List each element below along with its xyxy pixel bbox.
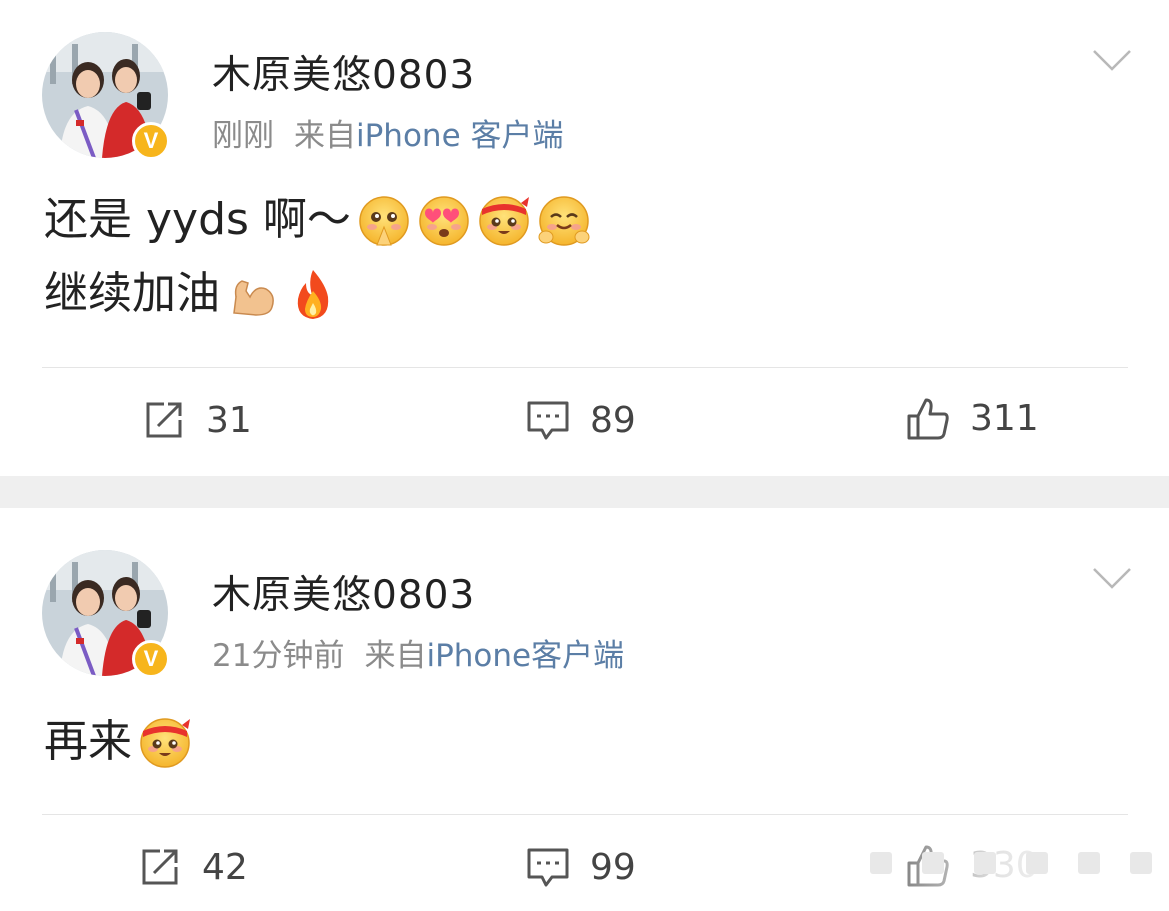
post-separator: [0, 476, 1169, 508]
username[interactable]: 木原美悠0803: [212, 44, 475, 100]
comment-count: 99: [590, 846, 636, 888]
verified-badge-icon: V: [132, 640, 170, 678]
weibo-post-card: V 木原美悠0803 刚刚 来自iPhone 客户端 还是 yyds 啊～ 继续…: [0, 0, 1169, 476]
source-prefix: 来自: [294, 118, 356, 154]
headband-fighting-emoji: [138, 715, 190, 769]
avatar[interactable]: V: [42, 550, 170, 678]
content-line: 还是 yyds 啊～: [44, 190, 591, 250]
content-text: 再来: [44, 716, 132, 767]
client-link[interactable]: iPhone客户端: [426, 638, 624, 674]
repost-icon: [142, 849, 178, 885]
post-content: 再来: [44, 712, 192, 772]
comment-count: 89: [590, 399, 636, 441]
client-link[interactable]: iPhone 客户端: [356, 118, 564, 154]
comment-icon: [527, 848, 569, 887]
repost-button[interactable]: 42: [138, 845, 248, 889]
like-button[interactable]: 311: [906, 396, 1039, 440]
flexed-biceps-emoji: [233, 280, 274, 316]
pleading-hands-emoji: [357, 193, 411, 247]
divider: [42, 814, 1128, 815]
repost-count: 31: [206, 399, 252, 441]
like-count: 311: [970, 397, 1039, 439]
heart-eyes-emoji: [417, 193, 471, 247]
username[interactable]: 木原美悠0803: [212, 564, 475, 620]
source-prefix: 来自: [364, 638, 427, 674]
like-icon: [907, 398, 949, 440]
hug-emoji: [538, 193, 590, 247]
post-content: 还是 yyds 啊～ 继续加油: [44, 190, 591, 324]
content-line: 继续加油: [44, 264, 591, 324]
post-time: 21分钟前: [212, 638, 345, 674]
headband-fighting-emoji: [477, 193, 529, 247]
post-meta: 刚刚 来自iPhone 客户端: [212, 110, 564, 155]
chevron-down-icon[interactable]: [1092, 48, 1132, 72]
comment-button[interactable]: 89: [526, 398, 636, 442]
watermark-blocks: [870, 852, 1169, 874]
comment-icon: [527, 401, 569, 440]
content-text: 还是 yyds 啊～: [44, 194, 351, 245]
repost-icon: [146, 402, 182, 438]
post-meta: 21分钟前 来自iPhone客户端: [212, 630, 624, 675]
content-line: 再来: [44, 712, 192, 772]
content-text: 继续加油: [44, 268, 220, 319]
repost-count: 42: [202, 846, 248, 888]
chevron-down-icon[interactable]: [1092, 566, 1132, 590]
comment-button[interactable]: 99: [526, 845, 636, 889]
avatar[interactable]: V: [42, 32, 170, 160]
post-time: 刚刚: [212, 118, 274, 154]
verified-badge-icon: V: [132, 122, 170, 160]
repost-button[interactable]: 31: [142, 398, 252, 442]
divider: [42, 367, 1128, 368]
fire-emoji: [297, 270, 329, 319]
